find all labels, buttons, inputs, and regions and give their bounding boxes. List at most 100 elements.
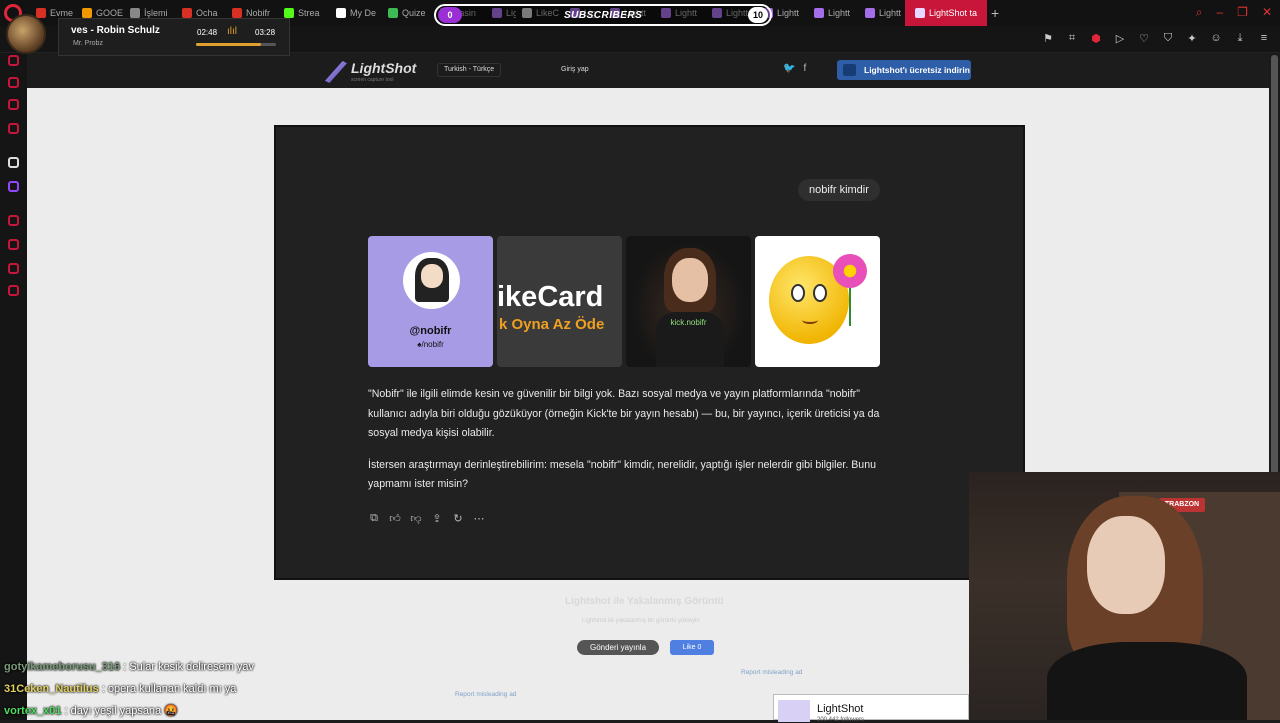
chat-overlay: gotyikameborusu_316 : Sular kesik delire… [4,656,254,722]
sidebar-twitch-purple-icon[interactable] [8,181,19,192]
regenerate-icon[interactable]: ↻ [452,512,464,525]
tab-favicon-icon [232,8,242,18]
image-result-emoji[interactable] [755,236,880,367]
tab-favicon-icon [82,8,92,18]
kick-label: kick.nobifr [670,318,707,327]
browser-tab[interactable]: Lightt [859,0,905,26]
extensions-icon[interactable]: ✦ [1186,32,1198,45]
chat-username: vortex_x01 [4,705,62,717]
song-progress [196,43,276,46]
new-tab-button[interactable]: + [991,5,999,21]
download-icon [843,64,856,76]
account-icon[interactable]: ☺ [1210,32,1222,45]
image-result-profile[interactable]: @nobifr ♠/nobifr [368,236,493,367]
menu-icon[interactable]: ≡ [1258,32,1270,45]
chat-text: : opera kullanan kaldı mı ya [101,683,237,695]
login-link[interactable]: Giriş yap [561,63,589,77]
chat-username: gotyikameborusu_316 [4,661,121,673]
thumbs-down-icon[interactable]: 👎︎ [410,512,422,525]
avatar-face [421,264,443,288]
capture-subtitle: Lightshot ile yakalanmış bir görüntü yük… [582,618,700,624]
song-title: ves - Robin Schulz [71,25,160,36]
sidebar-history-icon[interactable] [8,215,19,226]
browser-tab[interactable]: Lightt [808,0,859,26]
tab-favicon-icon [388,8,398,18]
share-icon[interactable]: ⇪ [431,512,443,525]
sidebar-extensions-icon[interactable] [8,263,19,274]
lightshot-logo[interactable]: LightShot screen capture tool [325,58,416,84]
sidebar-ai-icon[interactable] [8,157,19,168]
browser-sidebar [0,53,27,720]
close-icon[interactable]: ✕ [1262,5,1272,20]
lightshot-favicon-icon [915,8,925,18]
download-lightshot-button[interactable]: Lightshot'ı ücretsiz indirin [837,60,971,80]
profile-link: ♠/nobifr [417,340,444,349]
chat-text: : Sular kesik deliresem yav [123,661,255,673]
chat-username: 31Ceken_Nautilus [4,683,99,695]
sidebar-instagram-icon[interactable] [8,99,19,110]
maximize-icon[interactable]: ❐ [1237,5,1248,20]
tweet-button[interactable]: Gönderi yayınla [577,640,659,655]
report-ad-link[interactable]: Report misleading ad [455,691,516,698]
image-results: @nobifr ♠/nobifr ikeCard k Oyna Az Öde k… [368,236,880,367]
image-result-streamer[interactable]: kick.nobifr [626,236,751,367]
more-icon[interactable]: ⋯ [473,512,485,525]
bookmark-icon[interactable]: ⚑ [1042,32,1054,45]
song-duration: 03:28 [255,28,276,37]
answer-paragraph: "Nobifr" ile ilgili elimde kesin ve güve… [368,388,880,439]
likecard-slogan: k Oyna Az Öde [499,316,605,333]
twitter-icon[interactable]: 🐦 [783,63,795,74]
assistant-answer: "Nobifr" ile ilgili elimde kesin ve güve… [368,385,886,507]
vpn-icon[interactable]: ⛉ [1162,32,1174,45]
streamer-avatar [6,14,46,54]
tab-favicon-icon [814,8,824,18]
tab-favicon-icon [36,8,46,18]
sidebar-messenger-icon[interactable] [8,55,19,66]
lightshot-page-icon [778,700,810,722]
sidebar-whatsapp-icon[interactable] [8,77,19,88]
lightshot-header: LightShot screen capture tool Turkish - … [27,53,1269,88]
sidebar-clock-icon[interactable] [8,239,19,250]
minimize-icon[interactable]: – [1216,5,1223,20]
toolbar-icons: ⚑ ⌗ ⬢ ▷ ♡ ⛉ ✦ ☺ ⤓ ≡ [1042,32,1270,45]
facebook-icon[interactable]: f [803,63,806,74]
profile-handle: @nobifr [409,325,452,337]
capture-title: Lightshot ile Yakalanmış Görüntü [565,596,724,607]
tab-favicon-icon [336,8,346,18]
search-tabs-icon[interactable]: ⌕ [1196,5,1203,20]
shield-icon[interactable]: ⬢ [1090,32,1102,45]
subs-title: SUBSCRIBERS [564,10,643,21]
image-result-likecard[interactable]: ikeCard k Oyna Az Öde [497,236,622,367]
browser-tab[interactable]: Quize [382,0,434,26]
browser-tab-active[interactable]: LightShot ta [905,0,988,26]
chat-message: gotyikameborusu_316 : Sular kesik delire… [4,656,254,678]
user-message-bubble: nobifr kimdir [798,179,880,201]
subs-current: 0 [438,7,462,23]
report-ad-link[interactable]: Report misleading ad [741,669,802,676]
thumbs-up-icon[interactable]: 👍︎ [389,512,401,525]
avatar [403,252,460,309]
flower-stem [849,286,851,326]
like-button[interactable]: Like 0 [670,640,714,655]
webcam-feed: TRABZON [969,472,1280,720]
answer-paragraph: İstersen araştırmayı derinleştirebilirim… [368,458,876,491]
sidebar-settings-icon[interactable] [8,285,19,296]
sidebar-twitch-icon[interactable] [8,123,19,134]
copy-icon[interactable]: ⧉ [368,512,380,525]
tab-favicon-icon [130,8,140,18]
language-select[interactable]: Turkish - Türkçe [437,63,502,77]
play-icon[interactable]: ▷ [1114,32,1126,45]
equalizer-icon: ılıl [227,26,237,37]
lightshot-follow-widget[interactable]: LightShot 200.442 followers [773,694,969,723]
song-elapsed: 02:48 [197,28,218,37]
answer-actions: ⧉ 👍︎ 👎︎ ⇪ ↻ ⋯ [368,512,485,525]
chat-message: 31Ceken_Nautilus : opera kullanan kaldı … [4,678,254,700]
crop-icon[interactable]: ⌗ [1066,32,1078,45]
heart-icon[interactable]: ♡ [1138,32,1150,45]
subs-goal: 10 [748,7,768,23]
browser-tab[interactable]: My De [330,0,382,26]
emoji-eye [813,284,827,302]
feather-logo-icon [325,61,347,83]
download-icon[interactable]: ⤓ [1234,32,1246,45]
captured-screenshot[interactable]: nobifr kimdir @nobifr ♠/nobifr ikeCard k… [274,125,1025,580]
